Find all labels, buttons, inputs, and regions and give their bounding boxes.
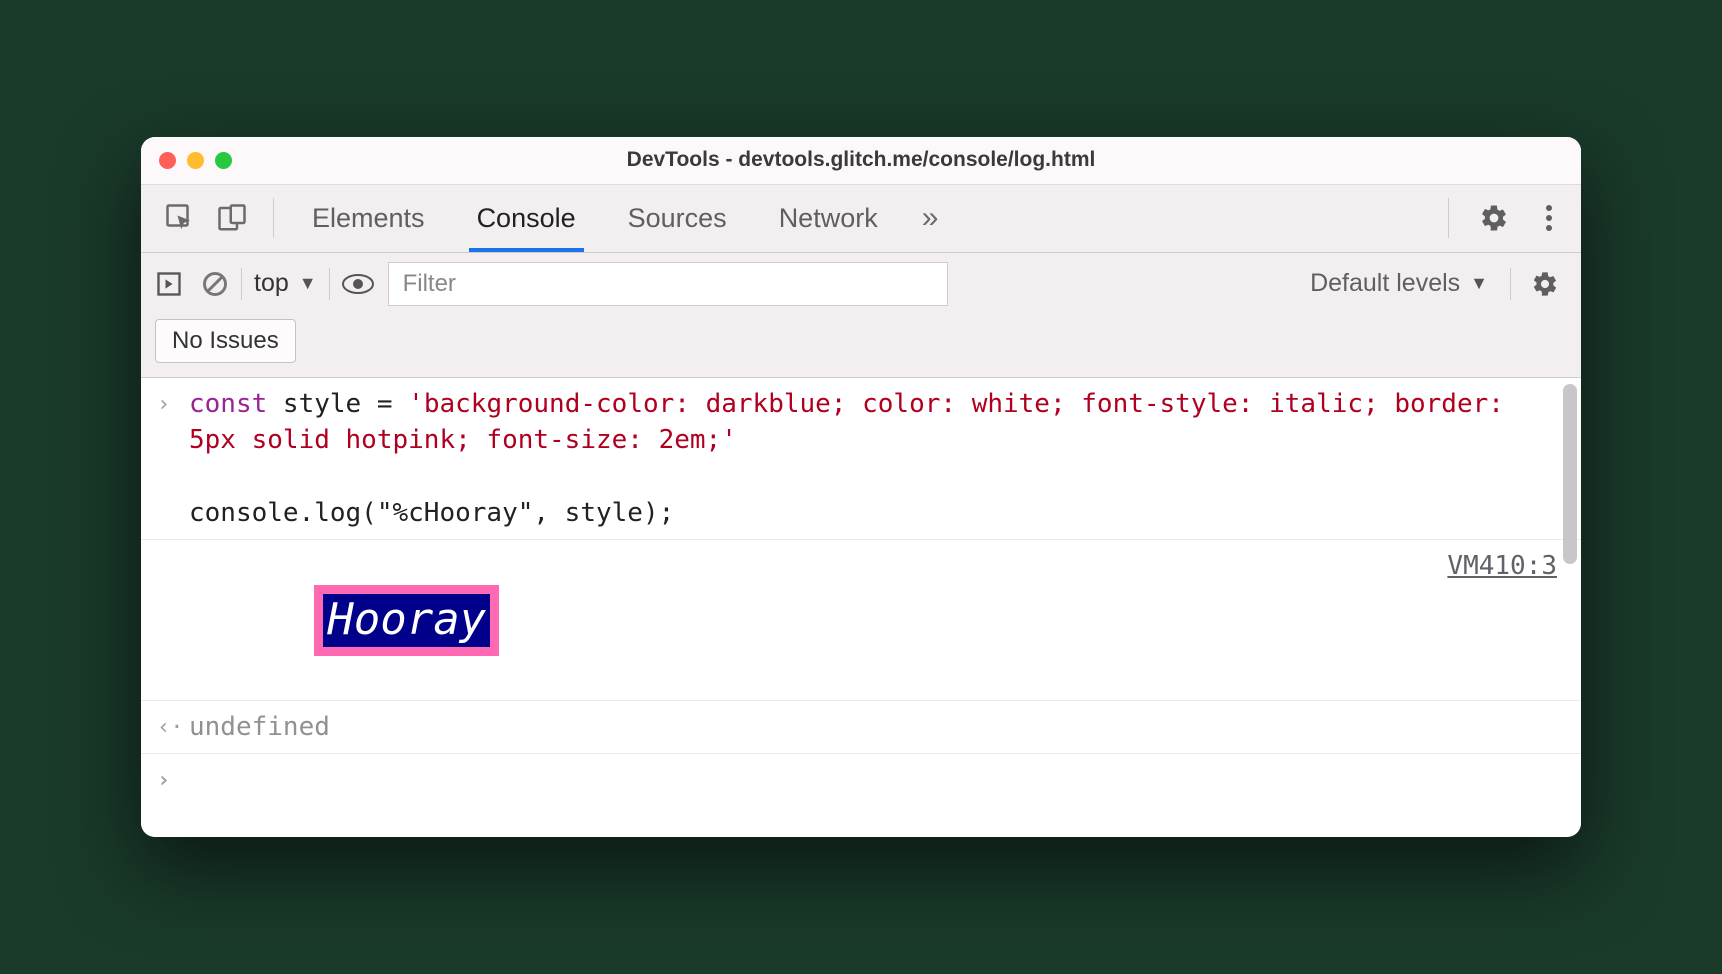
- tab-network[interactable]: Network: [753, 184, 904, 252]
- live-expression-icon[interactable]: [342, 273, 374, 295]
- issues-button[interactable]: No Issues: [155, 319, 296, 363]
- window-title: DevTools - devtools.glitch.me/console/lo…: [141, 148, 1581, 172]
- device-toolbar-icon[interactable]: [217, 203, 247, 233]
- gutter: [157, 548, 189, 552]
- devtools-window: DevTools - devtools.glitch.me/console/lo…: [141, 137, 1581, 837]
- filter-input[interactable]: [388, 262, 948, 306]
- chevron-down-icon: ▼: [1470, 273, 1488, 294]
- input-prompt-icon: ›: [157, 386, 189, 421]
- return-value: undefined: [189, 709, 1557, 745]
- titlebar: DevTools - devtools.glitch.me/console/lo…: [141, 137, 1581, 185]
- styled-log-output: Hooray: [314, 585, 499, 656]
- divider: [329, 268, 330, 300]
- zoom-window-button[interactable]: [215, 152, 232, 169]
- code-content[interactable]: const style = 'background-color: darkblu…: [189, 386, 1557, 532]
- levels-label: Default levels: [1310, 269, 1460, 298]
- minimize-window-button[interactable]: [187, 152, 204, 169]
- code-text: style =: [267, 389, 408, 419]
- more-tabs-button[interactable]: »: [904, 201, 957, 235]
- code-text: console.log("%cHooray", style);: [189, 498, 674, 528]
- chevron-down-icon: ▼: [299, 273, 317, 294]
- log-levels-selector[interactable]: Default levels ▼: [1300, 269, 1498, 298]
- console-input-entry: › const style = 'background-color: darkb…: [141, 378, 1581, 541]
- console-log-entry: Hooray VM410:3: [141, 540, 1581, 701]
- close-window-button[interactable]: [159, 152, 176, 169]
- kebab-menu-icon[interactable]: [1527, 203, 1571, 233]
- divider: [273, 198, 274, 238]
- scrollbar[interactable]: [1563, 384, 1577, 564]
- tab-console[interactable]: Console: [451, 184, 602, 252]
- return-arrow-icon: ‹·: [157, 709, 189, 744]
- console-return-entry: ‹· undefined: [141, 701, 1581, 754]
- console-toolbar: top ▼ Default levels ▼ No Issues: [141, 253, 1581, 378]
- prompt-icon: ›: [157, 762, 189, 797]
- console-settings-icon[interactable]: [1523, 270, 1567, 298]
- context-label: top: [254, 269, 289, 298]
- tab-sources[interactable]: Sources: [602, 184, 753, 252]
- window-controls: [159, 152, 232, 169]
- divider: [241, 268, 242, 300]
- clear-console-icon[interactable]: [201, 270, 229, 298]
- code-keyword: const: [189, 389, 267, 419]
- settings-icon[interactable]: [1461, 203, 1527, 233]
- source-link[interactable]: VM410:3: [1427, 548, 1557, 584]
- console-prompt[interactable]: ›: [141, 754, 1581, 837]
- main-tabbar: Elements Console Sources Network »: [141, 185, 1581, 253]
- divider: [1448, 198, 1449, 238]
- divider: [1510, 268, 1511, 300]
- toggle-sidebar-icon[interactable]: [155, 270, 183, 298]
- tab-elements[interactable]: Elements: [286, 184, 451, 252]
- inspect-element-icon[interactable]: [165, 203, 195, 233]
- console-output: › const style = 'background-color: darkb…: [141, 378, 1581, 837]
- context-selector[interactable]: top ▼: [254, 269, 317, 298]
